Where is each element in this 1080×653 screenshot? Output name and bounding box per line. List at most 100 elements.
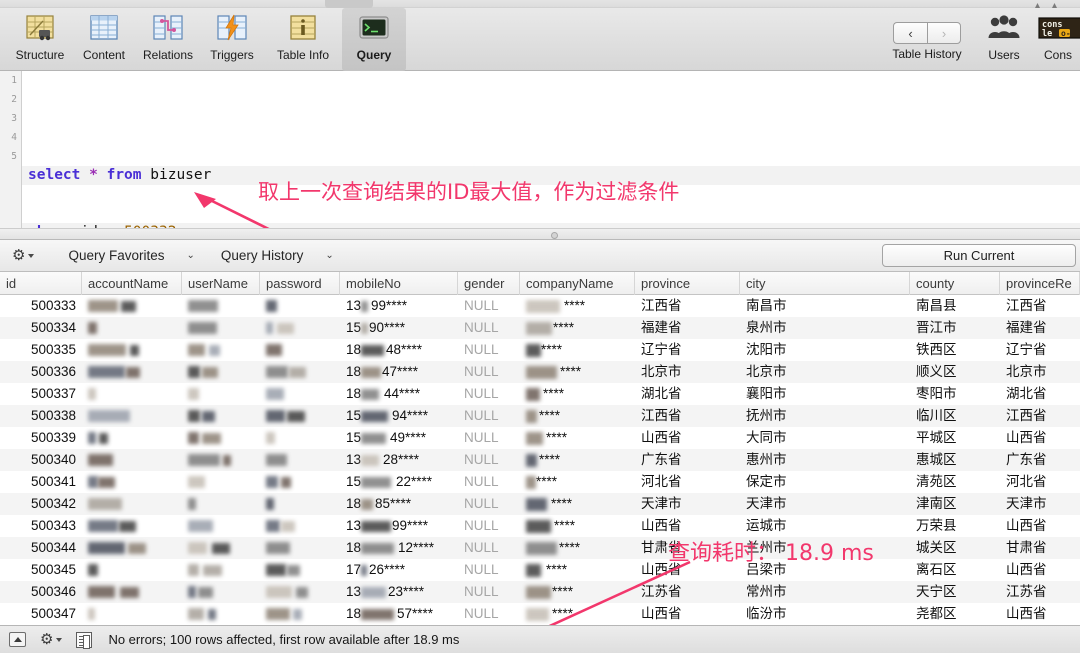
cell-province[interactable]: 江西省: [635, 405, 740, 427]
cell-provinceRe[interactable]: 北京市: [1000, 361, 1080, 383]
cell-gender[interactable]: NULL: [458, 493, 520, 515]
cell-gender[interactable]: NULL: [458, 339, 520, 361]
cell-mobileNo[interactable]: 1522****: [340, 471, 458, 493]
cell-city[interactable]: 南昌市: [740, 295, 910, 317]
history-forward-button[interactable]: ›: [927, 22, 961, 44]
cell-userName[interactable]: [182, 405, 260, 427]
disclosure-triangle-icon[interactable]: [9, 632, 26, 647]
cell-password[interactable]: [260, 405, 340, 427]
cell-password[interactable]: [260, 515, 340, 537]
cell-mobileNo[interactable]: 1844****: [340, 383, 458, 405]
cell-id[interactable]: 500335: [0, 339, 82, 361]
cell-id[interactable]: 500344: [0, 537, 82, 559]
cell-province[interactable]: 广东省: [635, 449, 740, 471]
cell-provinceRe[interactable]: 湖北省: [1000, 383, 1080, 405]
cell-provinceRe[interactable]: 甘肃省: [1000, 537, 1080, 559]
cell-county[interactable]: 清苑区: [910, 471, 1000, 493]
cell-accountName[interactable]: [82, 317, 182, 339]
cell-id[interactable]: 500347: [0, 603, 82, 625]
column-header-id[interactable]: id: [0, 272, 82, 295]
cell-userName[interactable]: [182, 339, 260, 361]
cell-county[interactable]: 顺义区: [910, 361, 1000, 383]
cell-county[interactable]: 城关区: [910, 537, 1000, 559]
cell-county[interactable]: 万荣县: [910, 515, 1000, 537]
cell-password[interactable]: [260, 603, 340, 625]
cell-password[interactable]: [260, 317, 340, 339]
cell-city[interactable]: 临汾市: [740, 603, 910, 625]
cell-companyName[interactable]: ****: [520, 383, 635, 405]
cell-password[interactable]: [260, 295, 340, 317]
cell-id[interactable]: 500337: [0, 383, 82, 405]
cell-county[interactable]: 尧都区: [910, 603, 1000, 625]
toolbar-item-console[interactable]: cons le o- Cons: [1036, 8, 1080, 71]
cell-password[interactable]: [260, 361, 340, 383]
cell-county[interactable]: 津南区: [910, 493, 1000, 515]
cell-accountName[interactable]: [82, 471, 182, 493]
cell-id[interactable]: 500338: [0, 405, 82, 427]
cell-mobileNo[interactable]: 1726****: [340, 559, 458, 581]
toolbar-item-structure[interactable]: Structure: [8, 8, 72, 71]
cell-mobileNo[interactable]: 1328****: [340, 449, 458, 471]
cell-accountName[interactable]: [82, 559, 182, 581]
cell-gender[interactable]: NULL: [458, 405, 520, 427]
cell-password[interactable]: [260, 537, 340, 559]
table-row[interactable]: 5003411522****NULL****河北省保定市清苑区河北省: [0, 471, 1080, 493]
cell-password[interactable]: [260, 559, 340, 581]
cell-city[interactable]: 襄阳市: [740, 383, 910, 405]
cell-county[interactable]: 离石区: [910, 559, 1000, 581]
cell-accountName[interactable]: [82, 383, 182, 405]
pane-splitter[interactable]: [0, 228, 1080, 240]
cell-id[interactable]: 500339: [0, 427, 82, 449]
cell-userName[interactable]: [182, 559, 260, 581]
toolbar-item-triggers[interactable]: Triggers: [200, 8, 264, 71]
cell-county[interactable]: 天宁区: [910, 581, 1000, 603]
cell-city[interactable]: 北京市: [740, 361, 910, 383]
column-header-provinceRe[interactable]: provinceRe: [1000, 272, 1080, 295]
cell-provinceRe[interactable]: 江西省: [1000, 295, 1080, 317]
window-tab[interactable]: [325, 0, 373, 8]
cell-provinceRe[interactable]: 江西省: [1000, 405, 1080, 427]
cell-province[interactable]: 河北省: [635, 471, 740, 493]
cell-city[interactable]: 天津市: [740, 493, 910, 515]
cell-password[interactable]: [260, 493, 340, 515]
cell-provinceRe[interactable]: 江苏省: [1000, 581, 1080, 603]
cell-userName[interactable]: [182, 471, 260, 493]
cell-companyName[interactable]: ****: [520, 295, 635, 317]
cell-password[interactable]: [260, 449, 340, 471]
cell-id[interactable]: 500342: [0, 493, 82, 515]
run-current-button[interactable]: Run Current: [882, 244, 1076, 267]
cell-userName[interactable]: [182, 361, 260, 383]
cell-gender[interactable]: NULL: [458, 317, 520, 339]
table-row[interactable]: 5003331399****NULL****江西省南昌市南昌县江西省: [0, 295, 1080, 317]
cell-county[interactable]: 南昌县: [910, 295, 1000, 317]
table-row[interactable]: 5003361847****NULL****北京市北京市顺义区北京市: [0, 361, 1080, 383]
cell-provinceRe[interactable]: 山西省: [1000, 559, 1080, 581]
cell-id[interactable]: 500340: [0, 449, 82, 471]
table-row[interactable]: 5003381594****NULL****江西省抚州市临川区江西省: [0, 405, 1080, 427]
cell-provinceRe[interactable]: 山西省: [1000, 515, 1080, 537]
cell-id[interactable]: 500345: [0, 559, 82, 581]
cell-city[interactable]: 沈阳市: [740, 339, 910, 361]
cell-province[interactable]: 山西省: [635, 515, 740, 537]
cell-mobileNo[interactable]: 1885****: [340, 493, 458, 515]
toolbar-item-table-info[interactable]: Table Info: [264, 8, 342, 71]
cell-id[interactable]: 500343: [0, 515, 82, 537]
cell-province[interactable]: 山西省: [635, 427, 740, 449]
cell-userName[interactable]: [182, 295, 260, 317]
cell-county[interactable]: 平城区: [910, 427, 1000, 449]
cell-gender[interactable]: NULL: [458, 361, 520, 383]
cell-password[interactable]: [260, 471, 340, 493]
toolbar-item-relations[interactable]: Relations: [136, 8, 200, 71]
cell-county[interactable]: 惠城区: [910, 449, 1000, 471]
cell-provinceRe[interactable]: 辽宁省: [1000, 339, 1080, 361]
cell-mobileNo[interactable]: 1857****: [340, 603, 458, 625]
cell-userName[interactable]: [182, 317, 260, 339]
query-output-icon[interactable]: [76, 632, 92, 648]
column-header-county[interactable]: county: [910, 272, 1000, 295]
cell-province[interactable]: 湖北省: [635, 383, 740, 405]
cell-companyName[interactable]: ****: [520, 493, 635, 515]
cell-companyName[interactable]: ****: [520, 471, 635, 493]
cell-mobileNo[interactable]: 1399****: [340, 515, 458, 537]
cell-accountName[interactable]: [82, 537, 182, 559]
toolbar-item-users[interactable]: Users: [972, 8, 1036, 71]
